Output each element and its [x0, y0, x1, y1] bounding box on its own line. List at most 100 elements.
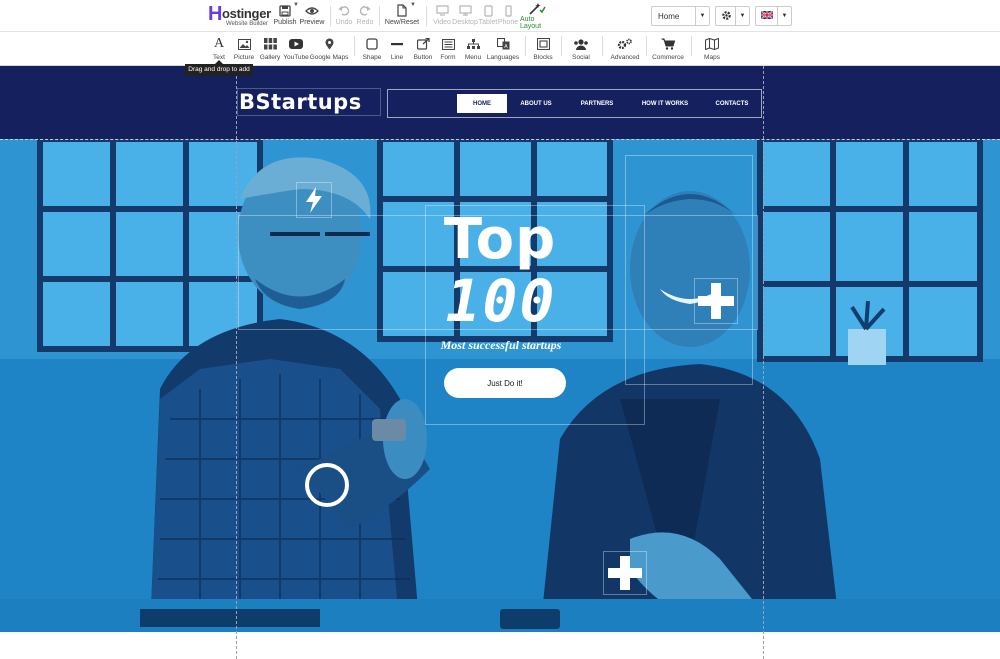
gear-icon — [716, 10, 735, 23]
tool-label: Google Maps — [309, 54, 349, 61]
phone-view-button[interactable]: Phone — [497, 2, 519, 30]
page-select[interactable]: Home ▼ — [651, 6, 710, 26]
separator — [602, 36, 603, 56]
tool-social[interactable]: Social — [570, 37, 592, 61]
social-icon — [573, 37, 589, 51]
map-pin-icon — [325, 37, 334, 51]
separator — [561, 36, 562, 56]
hero-title[interactable]: Top — [430, 212, 570, 268]
nav-contacts[interactable]: CONTACTS — [708, 94, 756, 113]
logo-word: ostinger — [222, 6, 271, 21]
page-footer-strip — [0, 632, 1000, 659]
page-select-value: Home — [658, 11, 680, 21]
redo-button[interactable]: Redo — [357, 2, 373, 30]
plus-icon[interactable] — [694, 278, 738, 324]
tool-blocks[interactable]: Blocks — [532, 37, 554, 61]
element-toolbar: A Text Picture Gallery YouTube Google Ma… — [0, 32, 1000, 75]
save-icon — [279, 2, 291, 19]
tool-line[interactable]: Line — [388, 37, 406, 61]
tool-label: Menu — [464, 54, 482, 61]
undo-label: Undo — [335, 19, 353, 26]
layout-guide-right — [763, 66, 764, 659]
tool-label: Line — [390, 54, 404, 61]
section-divider-guide — [0, 139, 1000, 140]
undo-icon — [338, 2, 350, 19]
nav-about-us[interactable]: ABOUT US — [512, 94, 560, 113]
video-view-button[interactable]: Video — [432, 2, 452, 30]
editor-topbar: H ostinger Website Builder Publish ▼ Pre… — [0, 0, 1000, 32]
tool-menu[interactable]: Menu — [463, 37, 483, 61]
gallery-icon — [263, 37, 277, 51]
menu-icon — [466, 37, 480, 51]
tool-commerce[interactable]: Commerce — [652, 37, 684, 61]
preview-button[interactable]: Preview — [300, 2, 324, 30]
tool-label: Advanced — [610, 54, 640, 61]
video-view-label: Video — [433, 19, 451, 26]
undo-button[interactable]: Undo — [336, 2, 352, 30]
auto-layout-label: Auto Layout — [520, 16, 542, 30]
form-icon — [441, 37, 455, 51]
tool-text[interactable]: A Text — [211, 36, 227, 61]
new-reset-caret-icon[interactable]: ▼ — [410, 2, 416, 8]
separator — [525, 36, 526, 56]
button-icon — [416, 37, 430, 51]
cta-button[interactable]: Just Do it! — [444, 368, 566, 398]
new-page-icon — [397, 2, 407, 19]
chevron-down-icon: ▼ — [695, 7, 709, 25]
new-reset-label: New/Reset — [384, 19, 420, 26]
language-dropdown[interactable]: ▼ — [755, 6, 792, 26]
tool-form[interactable]: Form — [439, 37, 457, 61]
tool-google-maps[interactable]: Google Maps — [310, 37, 348, 61]
circle-icon[interactable] — [303, 462, 351, 508]
tool-label: Blocks — [533, 54, 553, 61]
tool-gallery[interactable]: Gallery — [259, 37, 281, 61]
tool-label: Languages — [486, 54, 520, 61]
uk-flag-icon — [756, 10, 777, 21]
chevron-down-icon: ▼ — [735, 7, 749, 25]
tool-button[interactable]: Button — [412, 37, 434, 61]
text-icon: A — [213, 36, 225, 51]
publish-caret-icon[interactable]: ▼ — [293, 2, 299, 8]
phone-view-label: Phone — [497, 19, 519, 26]
tool-maps[interactable]: Maps — [701, 37, 723, 61]
tool-label: Social — [572, 54, 590, 61]
tablet-view-label: Tablet — [478, 19, 498, 26]
site-brand[interactable]: BStartups — [239, 90, 362, 114]
separator — [354, 36, 355, 56]
hero-number[interactable]: 100 — [428, 270, 574, 332]
layout-guide-left — [236, 66, 237, 659]
phone-icon — [504, 2, 512, 19]
settings-dropdown[interactable]: ▼ — [715, 6, 750, 26]
plus-icon[interactable] — [603, 551, 647, 595]
preview-label: Preview — [299, 19, 325, 26]
advanced-icon — [617, 37, 633, 51]
redo-label: Redo — [356, 19, 374, 26]
desktop-view-button[interactable]: Desktop — [452, 2, 478, 30]
drag-tooltip: Drag and drop to add — [185, 60, 253, 76]
youtube-icon — [289, 37, 303, 51]
tool-shape[interactable]: Shape — [362, 37, 382, 61]
tool-label: Gallery — [259, 54, 281, 61]
tablet-view-button[interactable]: Tablet — [479, 2, 497, 30]
nav-how-it-works[interactable]: HOW IT WORKS — [634, 94, 696, 113]
logo-subtitle: Website Builder — [226, 21, 268, 27]
hostinger-logo[interactable]: H ostinger Website Builder — [208, 3, 271, 29]
monitor-icon — [435, 2, 449, 19]
desktop-icon — [458, 2, 472, 19]
nav-home[interactable]: HOME — [457, 94, 507, 113]
lightning-icon[interactable] — [296, 182, 332, 218]
tool-youtube[interactable]: YouTube — [283, 37, 309, 61]
publish-label: Publish — [273, 19, 297, 26]
tool-advanced[interactable]: Advanced — [611, 37, 639, 61]
hero-subtitle[interactable]: Most successful startups — [425, 338, 577, 353]
auto-layout-button[interactable]: Auto Layout — [520, 2, 554, 30]
separator — [646, 36, 647, 56]
nav-partners[interactable]: PARTNERS — [572, 94, 622, 113]
maps-icon — [705, 37, 719, 51]
tool-picture[interactable]: Picture — [234, 37, 254, 61]
desktop-view-label: Desktop — [452, 19, 478, 26]
tool-label: YouTube — [283, 54, 309, 61]
tool-languages[interactable]: A Languages — [487, 37, 519, 61]
line-icon — [391, 37, 403, 51]
separator — [426, 6, 427, 26]
